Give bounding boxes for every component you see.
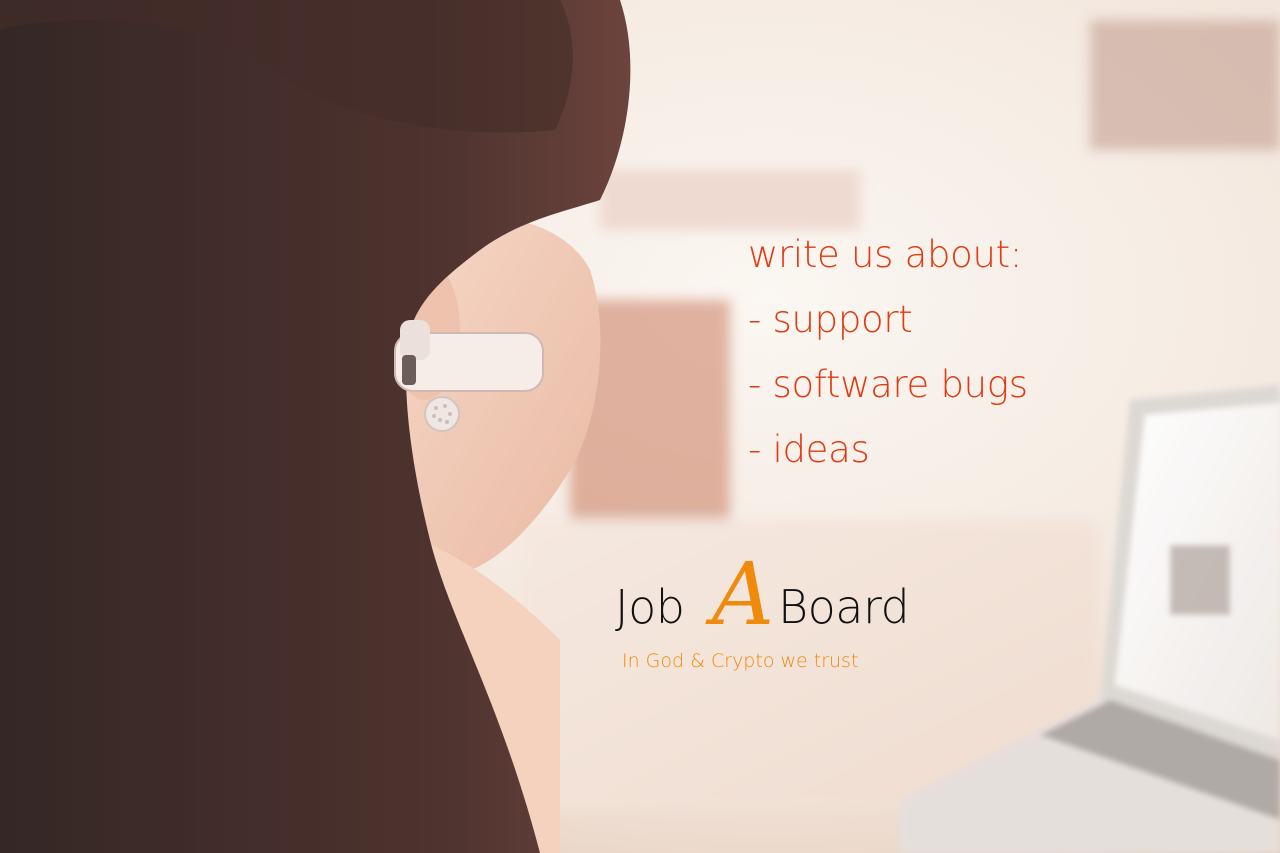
logo-word-board: Board — [778, 580, 910, 634]
topics-heading: write us about: — [748, 233, 1022, 276]
jobaboard-logo: Job A Board In God & Crypto we trust — [612, 552, 952, 686]
logo-tagline: In God & Crypto we trust — [622, 650, 859, 672]
topic-ideas: - ideas — [748, 428, 870, 471]
logo-letter-a: A — [712, 545, 775, 645]
topic-software-bugs: - software bugs — [748, 363, 1028, 406]
contact-topics: write us about: - support - software bug… — [748, 222, 1028, 482]
topic-support: - support — [748, 298, 913, 341]
logo-word-job: Job — [615, 580, 685, 634]
background-photo — [0, 0, 1280, 853]
